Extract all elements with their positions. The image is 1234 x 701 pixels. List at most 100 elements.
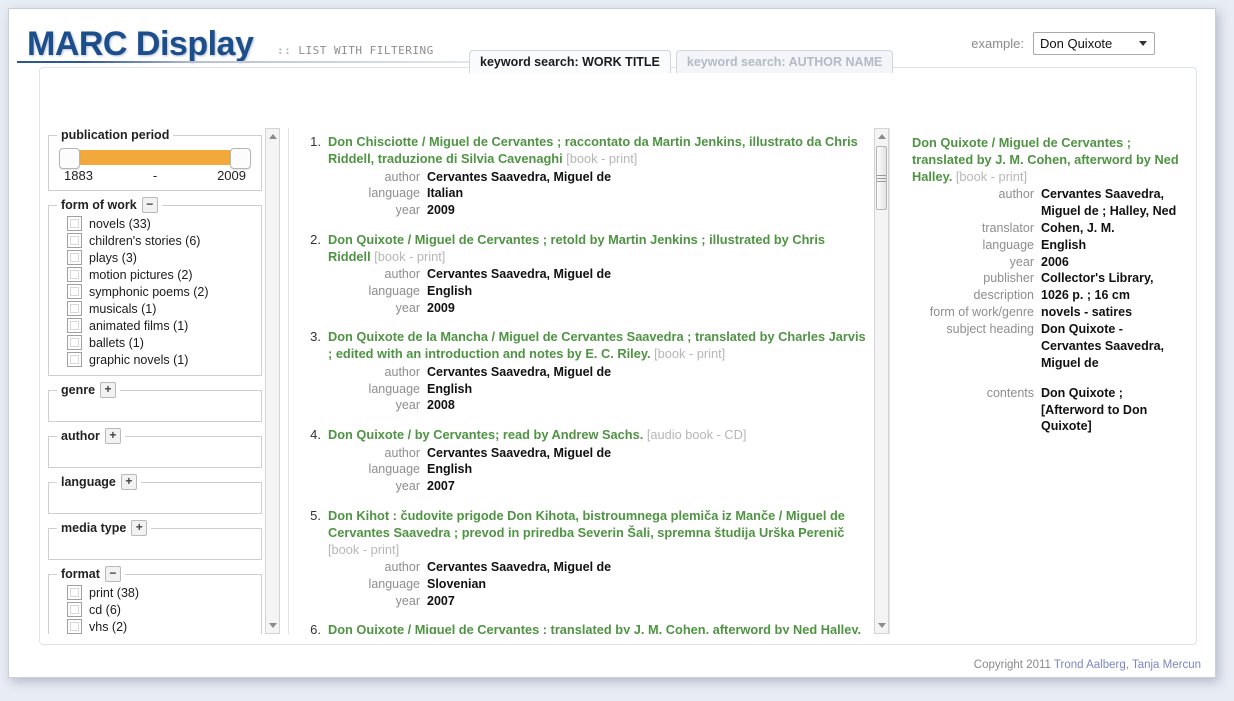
publication-period-slider[interactable]: 1883 - 2009 <box>57 144 253 183</box>
checkbox-icon[interactable] <box>67 602 82 617</box>
author-link-1[interactable]: Trond Aalberg <box>1054 659 1126 671</box>
result-item[interactable]: 5. Don Kihot : čudovite prigode Don Kiho… <box>299 508 866 610</box>
scrollbar-thumb[interactable] <box>876 146 887 210</box>
expand-toggle-icon[interactable]: + <box>100 382 117 398</box>
result-item-selected[interactable]: 6. Don Quixote / Miguel de Cervantes ; t… <box>299 622 866 634</box>
checkbox-icon[interactable] <box>67 233 82 248</box>
checkbox-icon[interactable] <box>67 318 82 333</box>
result-item[interactable]: 1. Don Chisciotte / Miguel de Cervantes … <box>299 134 866 219</box>
slider-track[interactable] <box>59 148 251 169</box>
expand-toggle-icon[interactable]: + <box>120 474 137 490</box>
tab-author-name[interactable]: keyword search: AUTHOR NAME <box>675 50 894 73</box>
checkbox-icon[interactable] <box>67 250 82 265</box>
result-field: year 2007 <box>328 478 866 495</box>
detail-spacer <box>912 372 1182 385</box>
facet-list: publication period 1883 - 2009 form of w… <box>48 128 264 634</box>
expand-toggle-icon[interactable]: + <box>104 428 121 444</box>
field-label: author <box>384 365 420 380</box>
detail-value: 2006 <box>1041 254 1069 269</box>
slider-value-min: 1883 <box>64 168 93 183</box>
checkbox-icon[interactable] <box>67 352 82 367</box>
result-title[interactable]: Don Quixote / by Cervantes; read by Andr… <box>328 427 866 444</box>
facet-option-label: children's stories (6) <box>89 233 201 248</box>
slider-handle-max[interactable] <box>230 148 251 169</box>
result-item[interactable]: 4. Don Quixote / by Cervantes; read by A… <box>299 427 866 495</box>
result-title[interactable]: Don Chisciotte / Miguel de Cervantes ; r… <box>328 134 866 168</box>
checkbox-icon[interactable] <box>67 619 82 634</box>
example-dropdown[interactable]: Don Quixote <box>1033 32 1155 55</box>
result-title[interactable]: Don Quixote / Miguel de Cervantes ; reto… <box>328 232 866 266</box>
result-field: year 2007 <box>328 593 866 610</box>
field-value: English <box>427 381 473 396</box>
detail-label: year <box>1009 254 1034 269</box>
results-scrollbar[interactable] <box>874 128 889 634</box>
checkbox-icon[interactable] <box>67 267 82 282</box>
detail-field: translator Cohen, J. M. <box>912 220 1182 237</box>
result-title[interactable]: Don Kihot : čudovite prigode Don Kihota,… <box>328 508 866 559</box>
search-tabs: keyword search: WORK TITLE keyword searc… <box>469 50 894 73</box>
scroll-up-icon[interactable] <box>266 129 279 144</box>
facet-legend-text: media type <box>61 521 127 535</box>
field-value: Slovenian <box>427 577 487 592</box>
example-label: example: <box>971 36 1024 51</box>
checkbox-icon[interactable] <box>67 216 82 231</box>
header-tagline: :: LIST WITH FILTERING <box>277 44 434 57</box>
scroll-down-icon[interactable] <box>875 618 888 633</box>
field-value: Italian <box>427 186 464 201</box>
facet-legend-form-of-work: form of work − <box>57 197 162 213</box>
facet-option-label: animated films (1) <box>89 318 189 333</box>
expand-toggle-icon[interactable]: + <box>131 520 148 536</box>
result-field: year 2008 <box>328 397 866 414</box>
facet-option[interactable]: children's stories (6) <box>57 232 253 249</box>
facet-format: format − print (38) cd (6) vhs (2) elect… <box>48 566 262 634</box>
facet-publication-period: publication period 1883 - 2009 <box>48 128 262 191</box>
result-field: year 2009 <box>328 300 866 317</box>
detail-field-contents: contents Don Quixote ; [Afterword to Don… <box>912 385 1182 436</box>
slider-handle-min[interactable] <box>59 148 80 169</box>
facet-scrollbar[interactable] <box>265 128 280 634</box>
facet-genre: genre + <box>48 382 262 422</box>
facet-option[interactable]: ballets (1) <box>57 334 253 351</box>
result-title[interactable]: Don Quixote / Miguel de Cervantes ; tran… <box>328 622 866 634</box>
checkbox-icon[interactable] <box>67 301 82 316</box>
detail-field: year 2006 <box>912 254 1182 271</box>
result-field: language Italian <box>328 185 866 202</box>
facet-option[interactable]: novels (33) <box>57 215 253 232</box>
detail-value: novels - satires <box>1041 305 1133 320</box>
facet-option[interactable]: musicals (1) <box>57 300 253 317</box>
facet-option[interactable]: animated films (1) <box>57 317 253 334</box>
scroll-down-icon[interactable] <box>266 618 279 633</box>
result-field: author Cervantes Saavedra, Miguel de <box>328 445 866 462</box>
facet-option[interactable]: plays (3) <box>57 249 253 266</box>
facet-option[interactable]: vhs (2) <box>57 618 253 634</box>
checkbox-icon[interactable] <box>67 284 82 299</box>
result-format-tag: [book - print] <box>654 346 726 362</box>
facet-author: author + <box>48 428 262 468</box>
detail-value: Don Quixote - Cervantes Saavedra, Miguel… <box>1041 322 1164 370</box>
result-format-tag: [audio book - CD] <box>646 426 747 442</box>
result-field: language English <box>328 381 866 398</box>
author-link-2[interactable]: Tanja Mercun <box>1132 659 1201 671</box>
facet-option[interactable]: motion pictures (2) <box>57 266 253 283</box>
collapse-toggle-icon[interactable]: − <box>141 197 158 213</box>
result-number: 3. <box>310 329 321 345</box>
field-label: year <box>395 479 420 494</box>
result-fields: author Cervantes Saavedra, Miguel de lang… <box>328 559 866 609</box>
facet-option[interactable]: graphic novels (1) <box>57 351 253 368</box>
result-field: language English <box>328 283 866 300</box>
result-title-text: Don Quixote de la Mancha / Miguel de Cer… <box>328 329 866 362</box>
result-item[interactable]: 3. Don Quixote de la Mancha / Miguel de … <box>299 329 866 414</box>
checkbox-icon[interactable] <box>67 335 82 350</box>
result-item[interactable]: 2. Don Quixote / Miguel de Cervantes ; r… <box>299 232 866 317</box>
facet-option[interactable]: cd (6) <box>57 601 253 618</box>
scroll-up-icon[interactable] <box>875 129 888 144</box>
result-field: language Slovenian <box>328 576 866 593</box>
chevron-down-icon <box>1139 41 1147 46</box>
result-title[interactable]: Don Quixote de la Mancha / Miguel de Cer… <box>328 329 866 363</box>
checkbox-icon[interactable] <box>67 585 82 600</box>
tab-work-title[interactable]: keyword search: WORK TITLE <box>469 50 671 73</box>
slider-values: 1883 - 2009 <box>60 165 250 183</box>
collapse-toggle-icon[interactable]: − <box>104 566 121 582</box>
facet-option[interactable]: symphonic poems (2) <box>57 283 253 300</box>
facet-option[interactable]: print (38) <box>57 584 253 601</box>
